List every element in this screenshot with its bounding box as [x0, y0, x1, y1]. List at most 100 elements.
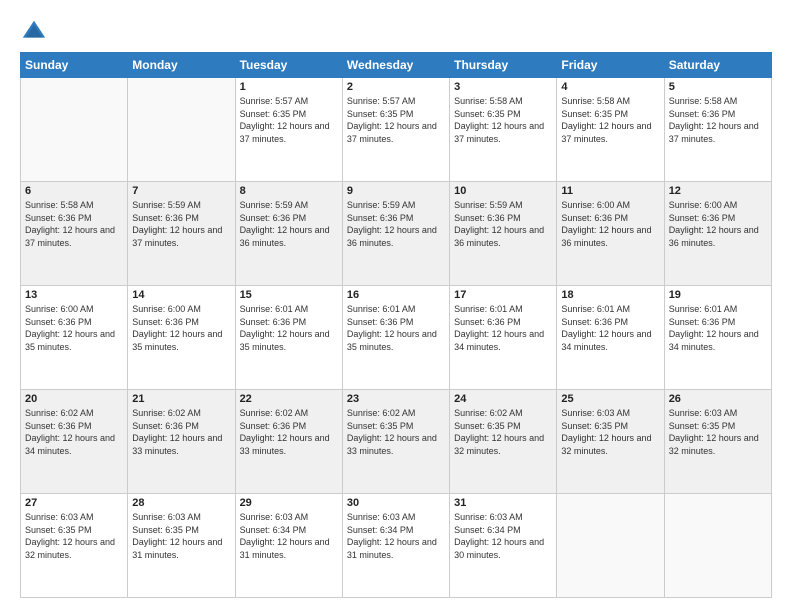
calendar-day-cell: 4 Sunrise: 5:58 AM Sunset: 6:35 PM Daylig…	[557, 78, 664, 182]
calendar-day-cell: 1 Sunrise: 5:57 AM Sunset: 6:35 PM Daylig…	[235, 78, 342, 182]
calendar-day-cell: 14 Sunrise: 6:00 AM Sunset: 6:36 PM Dayli…	[128, 286, 235, 390]
logo-icon	[20, 18, 48, 46]
day-info: Sunrise: 6:03 AM Sunset: 6:35 PM Dayligh…	[132, 511, 230, 561]
calendar-day-cell: 18 Sunrise: 6:01 AM Sunset: 6:36 PM Dayli…	[557, 286, 664, 390]
day-number: 31	[454, 497, 552, 509]
calendar-day-cell	[128, 78, 235, 182]
day-number: 28	[132, 497, 230, 509]
day-of-week-header: Saturday	[664, 53, 771, 78]
day-info: Sunrise: 6:02 AM Sunset: 6:36 PM Dayligh…	[132, 407, 230, 457]
calendar-day-cell	[664, 494, 771, 598]
calendar-day-cell: 7 Sunrise: 5:59 AM Sunset: 6:36 PM Daylig…	[128, 182, 235, 286]
calendar-day-cell	[557, 494, 664, 598]
day-info: Sunrise: 6:01 AM Sunset: 6:36 PM Dayligh…	[347, 303, 445, 353]
calendar-day-cell: 11 Sunrise: 6:00 AM Sunset: 6:36 PM Dayli…	[557, 182, 664, 286]
day-info: Sunrise: 6:01 AM Sunset: 6:36 PM Dayligh…	[561, 303, 659, 353]
day-number: 10	[454, 185, 552, 197]
day-number: 17	[454, 289, 552, 301]
day-info: Sunrise: 5:57 AM Sunset: 6:35 PM Dayligh…	[347, 95, 445, 145]
header	[20, 18, 772, 46]
day-number: 4	[561, 81, 659, 93]
day-number: 20	[25, 393, 123, 405]
calendar-day-cell: 10 Sunrise: 5:59 AM Sunset: 6:36 PM Dayli…	[450, 182, 557, 286]
calendar-day-cell: 3 Sunrise: 5:58 AM Sunset: 6:35 PM Daylig…	[450, 78, 557, 182]
day-info: Sunrise: 6:02 AM Sunset: 6:36 PM Dayligh…	[240, 407, 338, 457]
calendar-day-cell: 15Sunrise: 6:01 AM Sunset: 6:36 PM Dayli…	[235, 286, 342, 390]
calendar-day-cell: 5 Sunrise: 5:58 AM Sunset: 6:36 PM Daylig…	[664, 78, 771, 182]
day-info: Sunrise: 5:58 AM Sunset: 6:35 PM Dayligh…	[454, 95, 552, 145]
day-of-week-header: Tuesday	[235, 53, 342, 78]
calendar-day-cell: 6 Sunrise: 5:58 AM Sunset: 6:36 PM Daylig…	[21, 182, 128, 286]
calendar-day-cell: 19 Sunrise: 6:01 AM Sunset: 6:36 PM Dayli…	[664, 286, 771, 390]
day-info: Sunrise: 5:59 AM Sunset: 6:36 PM Dayligh…	[240, 199, 338, 249]
day-info: Sunrise: 5:59 AM Sunset: 6:36 PM Dayligh…	[454, 199, 552, 249]
day-info: Sunrise: 6:00 AM Sunset: 6:36 PM Dayligh…	[132, 303, 230, 353]
day-number: 18	[561, 289, 659, 301]
day-number: 29	[240, 497, 338, 509]
day-number: 3	[454, 81, 552, 93]
day-number: 15	[240, 289, 338, 301]
calendar-table: SundayMondayTuesdayWednesdayThursdayFrid…	[20, 52, 772, 598]
calendar-week-row: 20 Sunrise: 6:02 AM Sunset: 6:36 PM Dayli…	[21, 390, 772, 494]
day-info: Sunrise: 6:02 AM Sunset: 6:36 PM Dayligh…	[25, 407, 123, 457]
day-number: 1	[240, 81, 338, 93]
calendar-day-cell: 9 Sunrise: 5:59 AM Sunset: 6:36 PM Daylig…	[342, 182, 449, 286]
calendar-day-cell: 16 Sunrise: 6:01 AM Sunset: 6:36 PM Dayli…	[342, 286, 449, 390]
logo	[20, 18, 52, 46]
day-number: 14	[132, 289, 230, 301]
day-number: 19	[669, 289, 767, 301]
day-number: 8	[240, 185, 338, 197]
calendar-day-cell: 17Sunrise: 6:01 AM Sunset: 6:36 PM Dayli…	[450, 286, 557, 390]
day-number: 25	[561, 393, 659, 405]
page: SundayMondayTuesdayWednesdayThursdayFrid…	[0, 0, 792, 612]
day-info: Sunrise: 6:00 AM Sunset: 6:36 PM Dayligh…	[669, 199, 767, 249]
calendar-day-cell: 26 Sunrise: 6:03 AM Sunset: 6:35 PM Dayli…	[664, 390, 771, 494]
day-info: Sunrise: 5:59 AM Sunset: 6:36 PM Dayligh…	[347, 199, 445, 249]
calendar-header-row: SundayMondayTuesdayWednesdayThursdayFrid…	[21, 53, 772, 78]
calendar-day-cell: 22 Sunrise: 6:02 AM Sunset: 6:36 PM Dayli…	[235, 390, 342, 494]
calendar-day-cell: 28 Sunrise: 6:03 AM Sunset: 6:35 PM Dayli…	[128, 494, 235, 598]
day-number: 9	[347, 185, 445, 197]
day-info: Sunrise: 6:03 AM Sunset: 6:34 PM Dayligh…	[454, 511, 552, 561]
calendar-day-cell: 31 Sunrise: 6:03 AM Sunset: 6:34 PM Dayli…	[450, 494, 557, 598]
day-info: Sunrise: 5:58 AM Sunset: 6:36 PM Dayligh…	[669, 95, 767, 145]
day-info: Sunrise: 5:57 AM Sunset: 6:35 PM Dayligh…	[240, 95, 338, 145]
calendar-day-cell: 25Sunrise: 6:03 AM Sunset: 6:35 PM Dayli…	[557, 390, 664, 494]
calendar-day-cell	[21, 78, 128, 182]
day-of-week-header: Wednesday	[342, 53, 449, 78]
day-info: Sunrise: 5:58 AM Sunset: 6:36 PM Dayligh…	[25, 199, 123, 249]
calendar-day-cell: 30Sunrise: 6:03 AM Sunset: 6:34 PM Dayli…	[342, 494, 449, 598]
day-number: 26	[669, 393, 767, 405]
day-number: 12	[669, 185, 767, 197]
calendar-day-cell: 2 Sunrise: 5:57 AM Sunset: 6:35 PM Daylig…	[342, 78, 449, 182]
calendar-day-cell: 20 Sunrise: 6:02 AM Sunset: 6:36 PM Dayli…	[21, 390, 128, 494]
day-info: Sunrise: 6:00 AM Sunset: 6:36 PM Dayligh…	[561, 199, 659, 249]
day-of-week-header: Thursday	[450, 53, 557, 78]
day-info: Sunrise: 6:01 AM Sunset: 6:36 PM Dayligh…	[669, 303, 767, 353]
calendar-week-row: 13 Sunrise: 6:00 AM Sunset: 6:36 PM Dayli…	[21, 286, 772, 390]
day-number: 16	[347, 289, 445, 301]
calendar-week-row: 6 Sunrise: 5:58 AM Sunset: 6:36 PM Daylig…	[21, 182, 772, 286]
day-of-week-header: Monday	[128, 53, 235, 78]
calendar-day-cell: 29 Sunrise: 6:03 AM Sunset: 6:34 PM Dayli…	[235, 494, 342, 598]
day-info: Sunrise: 6:03 AM Sunset: 6:35 PM Dayligh…	[669, 407, 767, 457]
day-number: 22	[240, 393, 338, 405]
day-number: 27	[25, 497, 123, 509]
day-number: 21	[132, 393, 230, 405]
day-number: 6	[25, 185, 123, 197]
day-number: 7	[132, 185, 230, 197]
day-info: Sunrise: 6:03 AM Sunset: 6:34 PM Dayligh…	[347, 511, 445, 561]
day-number: 13	[25, 289, 123, 301]
day-info: Sunrise: 6:03 AM Sunset: 6:34 PM Dayligh…	[240, 511, 338, 561]
day-number: 2	[347, 81, 445, 93]
day-number: 5	[669, 81, 767, 93]
calendar-day-cell: 21 Sunrise: 6:02 AM Sunset: 6:36 PM Dayli…	[128, 390, 235, 494]
calendar-day-cell: 13Sunrise: 6:00 AM Sunset: 6:36 PM Dayli…	[21, 286, 128, 390]
day-number: 24	[454, 393, 552, 405]
day-number: 11	[561, 185, 659, 197]
day-info: Sunrise: 6:02 AM Sunset: 6:35 PM Dayligh…	[347, 407, 445, 457]
calendar-day-cell: 12 Sunrise: 6:00 AM Sunset: 6:36 PM Dayli…	[664, 182, 771, 286]
day-info: Sunrise: 5:59 AM Sunset: 6:36 PM Dayligh…	[132, 199, 230, 249]
calendar-day-cell: 24Sunrise: 6:02 AM Sunset: 6:35 PM Dayli…	[450, 390, 557, 494]
day-info: Sunrise: 5:58 AM Sunset: 6:35 PM Dayligh…	[561, 95, 659, 145]
